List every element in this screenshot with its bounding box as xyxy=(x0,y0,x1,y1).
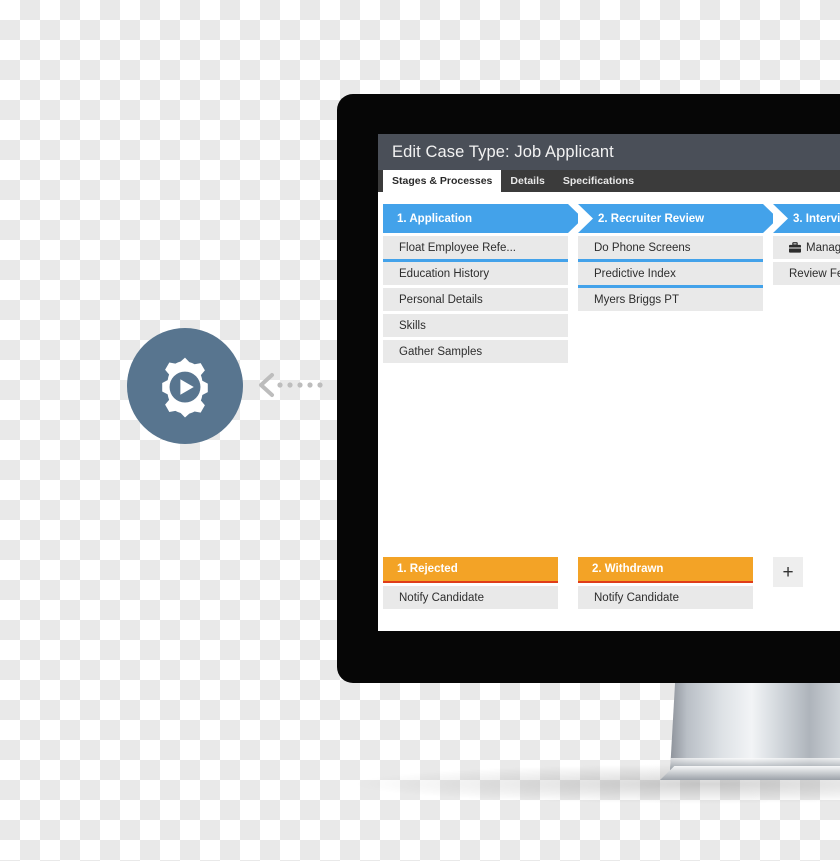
step-label: Myers Briggs PT xyxy=(594,293,679,306)
resolution-step-item[interactable]: Notify Candidate xyxy=(383,586,558,609)
step-list-recruiter-review: Do Phone Screens Predictive Index Myers … xyxy=(578,236,763,311)
add-stage-button[interactable]: + xyxy=(773,557,803,587)
step-list-interview: Manager I Review Feedb xyxy=(773,236,840,285)
resolution-header-label: 1. Rejected xyxy=(397,563,458,575)
step-label: Float Employee Refe... xyxy=(399,241,516,254)
stage-columns: 1. Application Float Employee Refe... Ed… xyxy=(383,204,840,366)
step-item[interactable]: Do Phone Screens xyxy=(578,236,763,262)
stage-header-label: 1. Application xyxy=(397,212,472,225)
step-label: Review Feedb xyxy=(789,267,840,280)
gear-play-icon xyxy=(152,353,218,419)
step-item[interactable]: Education History xyxy=(383,262,568,285)
step-item[interactable]: Gather Samples xyxy=(383,340,568,363)
step-item[interactable]: Manager I xyxy=(773,236,840,259)
resolution-header-rejected[interactable]: 1. Rejected xyxy=(383,557,558,583)
resolution-column-withdrawn: 2. Withdrawn Notify Candidate xyxy=(578,557,753,609)
tab-specifications[interactable]: Specifications xyxy=(554,170,643,192)
tab-label: Details xyxy=(510,175,545,187)
monitor-screen: Edit Case Type: Job Applicant Stages & P… xyxy=(378,134,840,631)
step-item[interactable]: Skills xyxy=(383,314,568,337)
plus-icon: + xyxy=(782,561,794,583)
step-label: Do Phone Screens xyxy=(594,241,691,254)
gear-play-badge xyxy=(127,328,243,444)
page-canvas: Edit Case Type: Job Applicant Stages & P… xyxy=(0,0,840,861)
stage-column-interview: 3. Interview xyxy=(773,204,840,366)
briefcase-icon xyxy=(789,242,801,253)
monitor-stand-base xyxy=(660,766,840,780)
resolution-column-rejected: 1. Rejected Notify Candidate xyxy=(383,557,558,609)
step-label: Personal Details xyxy=(399,293,483,306)
resolution-step-label: Notify Candidate xyxy=(399,591,485,604)
stages-work-area: 1. Application Float Employee Refe... Ed… xyxy=(378,192,840,631)
step-item[interactable]: Float Employee Refe... xyxy=(383,236,568,262)
resolution-header-withdrawn[interactable]: 2. Withdrawn xyxy=(578,557,753,583)
step-list-application: Float Employee Refe... Education History… xyxy=(383,236,568,363)
window-title-bar: Edit Case Type: Job Applicant xyxy=(378,134,840,170)
tab-label: Stages & Processes xyxy=(392,175,493,187)
step-label: Skills xyxy=(399,319,426,332)
stage-header-label: 2. Recruiter Review xyxy=(598,212,705,225)
step-label: Gather Samples xyxy=(399,345,483,358)
step-item[interactable]: Myers Briggs PT xyxy=(578,288,763,311)
step-label: Predictive Index xyxy=(594,267,676,280)
tab-label: Specifications xyxy=(562,175,635,187)
stage-header-application[interactable]: 1. Application xyxy=(383,204,568,233)
stage-column-application: 1. Application Float Employee Refe... Ed… xyxy=(383,204,568,366)
dashed-left-arrow-icon xyxy=(256,371,328,399)
step-label: Education History xyxy=(399,267,490,280)
stage-header-interview[interactable]: 3. Interview xyxy=(773,204,840,233)
resolution-step-label: Notify Candidate xyxy=(594,591,680,604)
page-title: Edit Case Type: Job Applicant xyxy=(392,142,614,161)
monitor-bezel: Edit Case Type: Job Applicant Stages & P… xyxy=(337,94,840,683)
step-item[interactable]: Personal Details xyxy=(383,288,568,311)
resolution-header-label: 2. Withdrawn xyxy=(592,563,664,575)
monitor-stand-neck xyxy=(670,682,840,772)
tab-stages-and-processes[interactable]: Stages & Processes xyxy=(383,170,502,192)
resolution-columns: 1. Rejected Notify Candidate 2. Withdraw… xyxy=(383,557,803,609)
step-label: Manager I xyxy=(806,241,840,254)
stage-header-recruiter-review[interactable]: 2. Recruiter Review xyxy=(578,204,763,233)
tab-details[interactable]: Details xyxy=(501,170,553,192)
stage-header-label: 3. Interview xyxy=(793,212,840,225)
step-item[interactable]: Predictive Index xyxy=(578,262,763,288)
stage-column-recruiter-review: 2. Recruiter Review Do Phone Screens Pre… xyxy=(578,204,763,366)
tab-bar: Stages & Processes Details Specification… xyxy=(378,170,840,192)
resolution-step-item[interactable]: Notify Candidate xyxy=(578,586,753,609)
step-item[interactable]: Review Feedb xyxy=(773,262,840,285)
